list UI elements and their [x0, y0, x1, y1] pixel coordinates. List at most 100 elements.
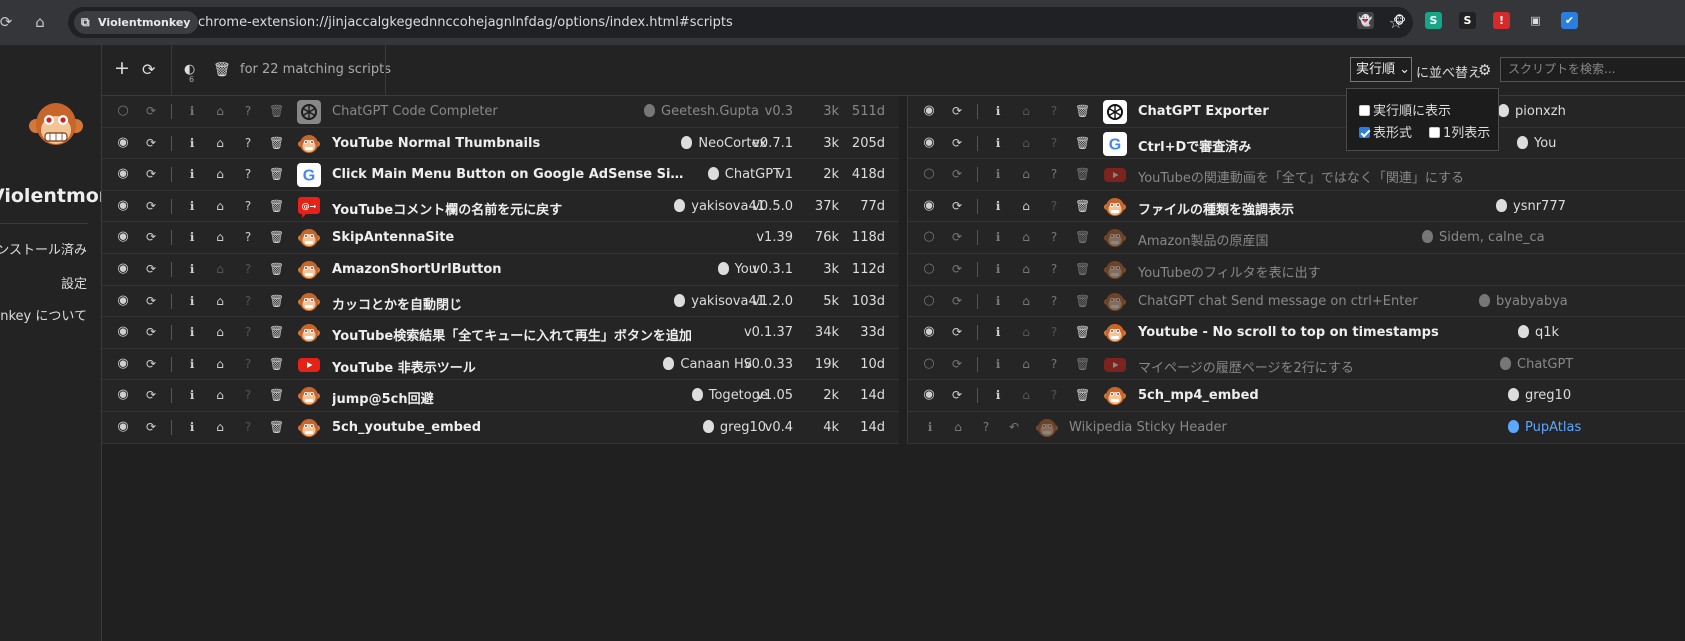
update-icon[interactable]: ⟳	[950, 167, 964, 181]
info-icon[interactable]: ℹ	[991, 199, 1005, 213]
toggle-off-icon[interactable]: ○	[922, 261, 936, 276]
script-name[interactable]: Click Main Menu Button on Google AdSense…	[332, 167, 692, 182]
info-icon[interactable]: ℹ	[185, 325, 199, 339]
sidebar-item-settings[interactable]: 設定	[61, 273, 87, 292]
update-icon[interactable]: ⟳	[950, 262, 964, 276]
home-icon[interactable]: ⌂	[213, 167, 227, 181]
trash-icon[interactable]: 🗑	[1075, 294, 1090, 308]
info-icon[interactable]: ℹ	[185, 136, 199, 150]
help-icon[interactable]: ?	[241, 262, 255, 276]
script-name[interactable]: 5ch_mp4_embed	[1138, 388, 1259, 403]
home-icon[interactable]: ⌂	[1019, 167, 1033, 181]
toggle-on-icon[interactable]: ◉	[922, 198, 936, 213]
info-icon[interactable]: ℹ	[185, 262, 199, 276]
trash-icon[interactable]: 🗑	[269, 262, 284, 276]
script-name[interactable]: Ctrl+Dで審査済み	[1138, 136, 1251, 155]
home-icon[interactable]: ⌂	[30, 12, 50, 32]
update-icon[interactable]: ⟳	[144, 325, 158, 339]
alert-red-extension-icon[interactable]: !	[1493, 12, 1510, 29]
toggle-on-icon[interactable]: ◉	[922, 135, 936, 150]
info-icon[interactable]: ℹ	[991, 262, 1005, 276]
sidebar-item-installed[interactable]: インストール済み	[0, 239, 87, 258]
home-icon[interactable]: ⌂	[213, 294, 227, 308]
home-icon[interactable]: ⌂	[213, 199, 227, 213]
help-icon[interactable]: ?	[241, 136, 255, 150]
update-icon[interactable]: ⟳	[950, 294, 964, 308]
info-icon[interactable]: ℹ	[991, 294, 1005, 308]
info-icon[interactable]: ℹ	[991, 230, 1005, 244]
script-name[interactable]: ChatGPT Code Completer	[332, 104, 498, 119]
toggle-on-icon[interactable]: ◉	[116, 325, 130, 339]
help-icon[interactable]: ?	[1047, 262, 1061, 276]
gear-icon[interactable]: ⚙	[1478, 61, 1491, 79]
info-icon[interactable]: ℹ	[991, 136, 1005, 150]
script-name[interactable]: jump@5ch回避	[332, 388, 434, 407]
home-icon[interactable]: ⌂	[213, 325, 227, 339]
toggle-off-icon[interactable]: ○	[922, 167, 936, 181]
toggle-on-icon[interactable]: ◉	[116, 388, 130, 402]
update-icon[interactable]: ⟳	[144, 199, 158, 213]
trash-icon[interactable]: 🗑	[213, 61, 231, 79]
toggle-on-icon[interactable]: ◉	[116, 230, 130, 244]
check-blue-extension-icon[interactable]: ✔	[1561, 12, 1578, 29]
update-icon[interactable]: ⟳	[950, 104, 964, 118]
info-icon[interactable]: ℹ	[185, 294, 199, 308]
home-icon[interactable]: ⌂	[213, 136, 227, 150]
script-name[interactable]: YouTube Normal Thumbnails	[332, 136, 540, 151]
help-icon[interactable]: ?	[241, 167, 255, 181]
info-icon[interactable]: ℹ	[991, 167, 1005, 181]
trash-icon[interactable]: 🗑	[1075, 199, 1090, 213]
update-icon[interactable]: ⟳	[950, 230, 964, 244]
help-icon[interactable]: ?	[1047, 388, 1061, 402]
update-icon[interactable]: ⟳	[950, 357, 964, 371]
help-icon[interactable]: ?	[241, 294, 255, 308]
script-author[interactable]: Geetesh.Gupta	[644, 104, 759, 119]
help-icon[interactable]: ?	[979, 420, 993, 434]
script-name[interactable]: YouTube検索結果「全てキューに入れて再生」ボタンを追加	[332, 325, 692, 344]
script-author[interactable]: ysnr777	[1496, 198, 1566, 214]
home-icon[interactable]: ⌂	[1019, 199, 1033, 213]
script-author[interactable]: ChatGPT	[1500, 356, 1573, 372]
script-name[interactable]: ファイルの種類を強調表示	[1138, 199, 1294, 218]
help-icon[interactable]: ?	[1047, 104, 1061, 118]
update-icon[interactable]: ⟳	[144, 167, 158, 181]
help-icon[interactable]: ?	[241, 104, 255, 118]
trash-icon[interactable]: 🗑	[1075, 230, 1090, 244]
script-name[interactable]: AmazonShortUrlButton	[332, 262, 502, 277]
reload-icon[interactable]: ⟳	[0, 12, 16, 32]
home-icon[interactable]: ⌂	[1019, 136, 1033, 150]
ghost-extension-icon[interactable]: 👻	[1357, 12, 1374, 29]
script-author[interactable]: PupAtlas	[1508, 419, 1581, 435]
trash-icon[interactable]: 🗑	[269, 167, 284, 181]
toggle-on-icon[interactable]: ◉	[116, 167, 130, 181]
script-name[interactable]: Wikipedia Sticky Header	[1069, 420, 1449, 435]
info-icon[interactable]: ℹ	[991, 357, 1005, 371]
update-icon[interactable]: ⟳	[144, 420, 158, 434]
toggle-on-icon[interactable]: ◉	[116, 419, 130, 434]
trash-icon[interactable]: 🗑	[269, 388, 284, 402]
toggle-off-icon[interactable]: ○	[116, 104, 130, 118]
script-author[interactable]: greg10	[702, 419, 766, 435]
update-icon[interactable]: ⟳	[144, 136, 158, 150]
trash-icon[interactable]: 🗑	[1075, 262, 1090, 276]
script-name[interactable]: ChatGPT Exporter	[1138, 104, 1269, 119]
update-icon[interactable]: ⟳	[144, 262, 158, 276]
url-text[interactable]: chrome-extension://jinjaccalgkegednnccoh…	[198, 7, 733, 38]
info-icon[interactable]: ℹ	[991, 325, 1005, 339]
checkbox-icon[interactable]	[1359, 105, 1370, 116]
toggle-on-icon[interactable]: ◉	[922, 325, 936, 339]
update-icon[interactable]: ⟳	[950, 199, 964, 213]
home-icon[interactable]: ⌂	[1019, 230, 1033, 244]
s-dark-extension-icon[interactable]: S	[1459, 12, 1476, 29]
trash-icon[interactable]: 🗑	[1075, 325, 1090, 339]
undo-icon[interactable]: ↶	[1007, 420, 1021, 434]
site-chip[interactable]: ⧉ Violentmonkey	[74, 11, 199, 34]
update-icon[interactable]: ⟳	[144, 230, 158, 244]
home-icon[interactable]: ⌂	[951, 420, 965, 434]
home-icon[interactable]: ⌂	[213, 388, 227, 402]
script-name[interactable]: カッコとかを自動閉じ	[332, 294, 462, 313]
show-exec-order-option[interactable]: 実行順に表示	[1359, 100, 1451, 119]
script-author[interactable]: You	[717, 261, 757, 277]
home-icon[interactable]: ⌂	[213, 357, 227, 371]
toggle-on-icon[interactable]: ◉	[116, 261, 130, 276]
